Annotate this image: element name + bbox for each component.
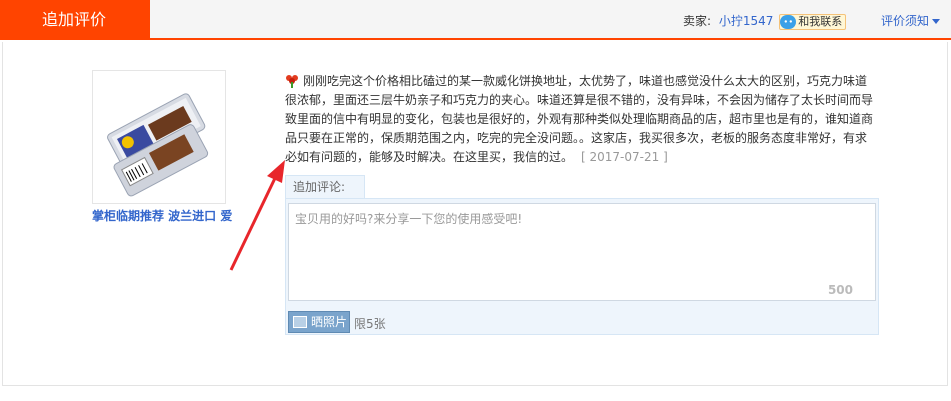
product-image [93,71,225,203]
seller-name-link[interactable]: 小拧1547 [719,14,774,28]
review-text: 刚刚吃完这个价格相比磕过的某一款威化饼换地址，太优势了，味道也感觉没什么太大的区… [285,74,873,164]
review-notice-label: 评价须知 [881,14,930,28]
photo-limit-text: 限5张 [354,317,386,331]
review-notice-link[interactable]: 评价须知 [881,12,941,29]
wangwang-icon: ∙∙ [780,14,797,29]
seller-info: 卖家: 小拧1547 ∙∙ 和我联系 [683,12,847,30]
upload-photo-label: 晒照片 [311,315,348,329]
char-counter: 500 [827,283,853,297]
comment-input[interactable]: 宝贝用的好吗?来分享一下您的使用感受吧! 500 [288,203,876,301]
product-title-link[interactable]: 掌柜临期推荐 波兰进口 爱 [92,207,244,223]
comment-box: 宝贝用的好吗?来分享一下您的使用感受吧! 500 晒照片 限5张 [285,198,879,335]
contact-seller-label: 和我联系 [798,14,843,28]
comment-placeholder: 宝贝用的好吗?来分享一下您的使用感受吧! [295,212,523,226]
page-title: 追加评价 [0,0,150,40]
header-bar: 追加评价 卖家: 小拧1547 ∙∙ 和我联系 评价须知 [0,0,951,40]
seller-label: 卖家: [683,14,712,28]
photo-icon [293,316,307,328]
upload-photo-button[interactable]: 晒照片 [288,311,350,333]
comment-tab: 追加评论: [285,175,365,199]
review-body: 刚刚吃完这个价格相比磕过的某一款威化饼换地址，太优势了，味道也感觉没什么太大的区… [285,74,874,164]
product-thumbnail[interactable] [92,70,226,204]
review-content: 刚刚吃完这个价格相比磕过的某一款威化饼换地址，太优势了，味道也感觉没什么太大的区… [285,72,877,167]
contact-seller-button[interactable]: ∙∙ 和我联系 [779,13,847,30]
chevron-down-icon [932,19,941,24]
review-date: [ 2017-07-21 ] [581,150,668,164]
